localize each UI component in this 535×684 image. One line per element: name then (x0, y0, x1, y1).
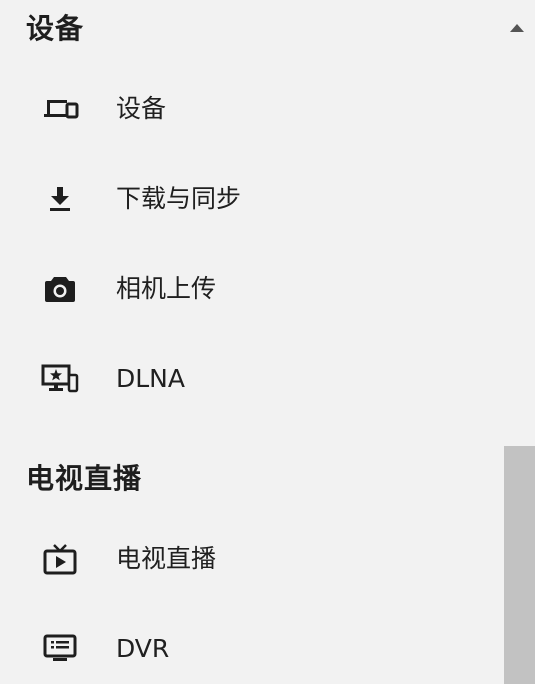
nav-item-devices[interactable]: 设备 (0, 79, 504, 139)
live-tv-icon (40, 541, 80, 577)
section-header-devices: 设备 (26, 12, 85, 45)
nav-item-devices-label: 设备 (116, 94, 167, 123)
nav-item-download-sync[interactable]: 下载与同步 (0, 169, 504, 229)
scrollbar-track[interactable] (504, 0, 535, 684)
dlna-icon (40, 361, 80, 397)
nav-item-dlna-label: DLNA (116, 364, 185, 393)
nav-item-camera-upload-label: 相机上传 (116, 274, 217, 303)
download-icon (40, 181, 80, 217)
section-header-live-tv: 电视直播 (26, 462, 143, 495)
nav-item-dlna[interactable]: DLNA (0, 349, 504, 409)
nav-item-live-tv-label: 电视直播 (116, 544, 217, 573)
devices-icon (40, 91, 80, 127)
nav-item-download-sync-label: 下载与同步 (116, 184, 242, 213)
nav-item-camera-upload[interactable]: 相机上传 (0, 259, 504, 319)
scrollbar-thumb[interactable] (504, 446, 535, 684)
nav-item-dvr[interactable]: DVR (0, 619, 504, 679)
nav-item-dvr-label: DVR (116, 634, 170, 663)
settings-nav-panel: 设备 设备 下载与同步 相机上传 DLNA 电视直播 电视直播 DVR (0, 0, 535, 684)
dvr-icon (40, 631, 80, 667)
camera-icon (40, 271, 80, 307)
nav-item-live-tv[interactable]: 电视直播 (0, 529, 504, 589)
